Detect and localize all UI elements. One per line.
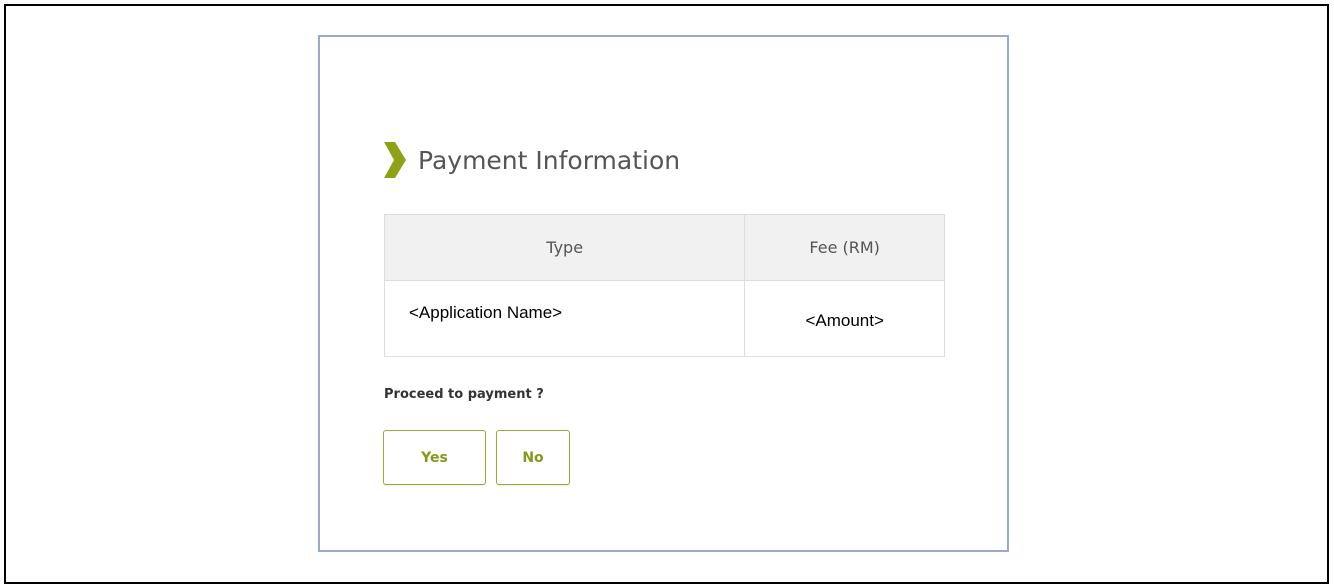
- proceed-prompt: Proceed to payment ?: [384, 387, 544, 402]
- column-header-type: Type: [383, 214, 746, 281]
- yes-button[interactable]: Yes: [383, 430, 486, 485]
- table-row: <Application Name> <Amount>: [383, 280, 945, 357]
- no-button[interactable]: No: [496, 430, 570, 485]
- cell-application-name: <Application Name>: [383, 280, 746, 357]
- payment-table: Type Fee (RM) <Application Name> <Amount…: [383, 214, 945, 357]
- cell-amount: <Amount>: [744, 280, 945, 357]
- table-header-row: Type Fee (RM): [383, 214, 945, 281]
- column-header-fee: Fee (RM): [744, 214, 945, 281]
- section-title: Payment Information: [418, 145, 681, 175]
- payment-dialog: Payment Information Type Fee (RM) <Appli…: [318, 35, 1009, 552]
- chevron-right-icon: [382, 140, 408, 180]
- section-header: Payment Information: [382, 140, 680, 180]
